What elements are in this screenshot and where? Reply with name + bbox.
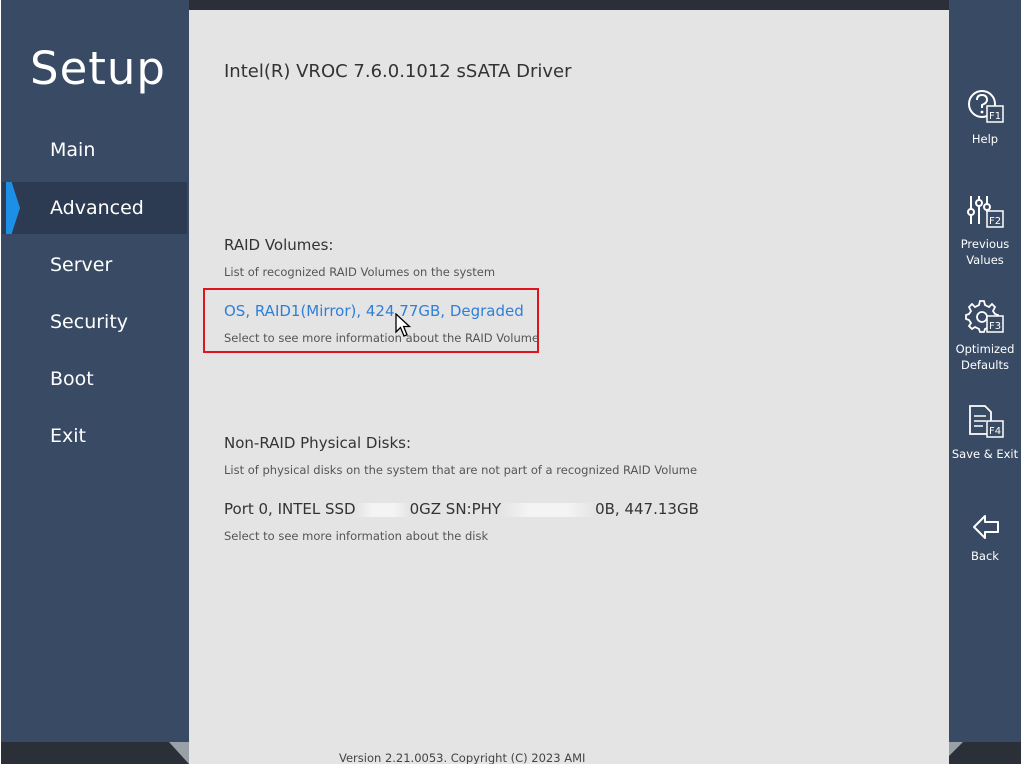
- redacted-text: [355, 502, 410, 517]
- nav-item-label: Advanced: [50, 197, 144, 219]
- f3-key-label: F3: [989, 321, 1001, 332]
- sliders-icon: F2: [967, 196, 1004, 228]
- optimized-defaults-button[interactable]: F3 Optimized Defaults: [949, 299, 1021, 373]
- back-button[interactable]: Back: [949, 512, 1021, 564]
- back-label: Back: [971, 549, 999, 563]
- nav-item-server[interactable]: Server: [2, 239, 187, 291]
- raid-volumes-description: List of recognized RAID Volumes on the s…: [224, 265, 496, 279]
- nav-item-label: Boot: [50, 368, 94, 390]
- right-edge: [1021, 0, 1028, 764]
- back-arrow-icon: [973, 515, 999, 539]
- left-bottom-bar: [1, 742, 189, 764]
- optimized-defaults-label: Optimized Defaults: [955, 342, 1015, 372]
- nav-item-label: Security: [50, 311, 129, 333]
- f1-key-label: F1: [989, 111, 1001, 122]
- previous-values-label: Previous Values: [960, 237, 1010, 267]
- nav-item-label: Exit: [50, 425, 86, 447]
- save-and-exit-label: Save & Exit: [951, 447, 1019, 461]
- physical-disk-item[interactable]: Port 0, INTEL SSD 0GZ SN:PHY 0B, 447.13GB: [224, 500, 699, 518]
- right-bottom-bar: [949, 742, 1021, 764]
- raid-volume-help: Select to see more information about the…: [224, 331, 540, 345]
- nav-item-main[interactable]: Main: [2, 124, 187, 176]
- f4-key-label: F4: [989, 426, 1001, 437]
- raid-volume-link[interactable]: OS, RAID1(Mirror), 424.77GB, Degraded: [224, 302, 524, 320]
- nav-item-advanced[interactable]: Advanced: [2, 182, 187, 234]
- active-marker: [6, 182, 20, 234]
- nav-item-label: Server: [50, 254, 113, 276]
- top-bar: [189, 0, 949, 10]
- nav-item-exit[interactable]: Exit: [2, 410, 187, 462]
- nav-item-boot[interactable]: Boot: [2, 353, 187, 405]
- non-raid-heading: Non-RAID Physical Disks:: [224, 434, 412, 452]
- setup-title: Setup: [30, 42, 166, 95]
- disk-label-part: 0GZ SN:PHY: [409, 500, 502, 518]
- version-footer: Version 2.21.0053. Copyright (C) 2023 AM…: [339, 751, 586, 764]
- nav-item-security[interactable]: Security: [2, 296, 187, 348]
- help-icon: F1: [968, 90, 1004, 123]
- f2-key-label: F2: [989, 216, 1001, 227]
- gear-icon: F3: [965, 300, 1004, 333]
- save-and-exit-button[interactable]: F4 Save & Exit: [949, 404, 1021, 462]
- disk-help: Select to see more information about the…: [224, 529, 489, 543]
- page-title: Intel(R) VROC 7.6.0.1012 sSATA Driver: [224, 61, 572, 82]
- nav-item-label: Main: [50, 139, 96, 161]
- previous-values-button[interactable]: F2 Previous Values: [949, 194, 1021, 268]
- redacted-text: [501, 502, 596, 517]
- non-raid-description: List of physical disks on the system tha…: [224, 463, 698, 477]
- disk-label-part: Port 0, INTEL SSD: [224, 500, 356, 518]
- help-label: Help: [971, 132, 999, 146]
- raid-volumes-heading: RAID Volumes:: [224, 236, 334, 254]
- document-icon: F4: [969, 405, 1004, 438]
- disk-label-part: 0B, 447.13GB: [595, 500, 699, 518]
- left-sidebar: Setup Main Advanced Server Security Boot…: [1, 0, 189, 742]
- mouse-pointer-icon: [395, 312, 415, 343]
- main-content: Intel(R) VROC 7.6.0.1012 sSATA Driver RA…: [189, 0, 949, 764]
- help-button[interactable]: F1 Help: [949, 89, 1021, 147]
